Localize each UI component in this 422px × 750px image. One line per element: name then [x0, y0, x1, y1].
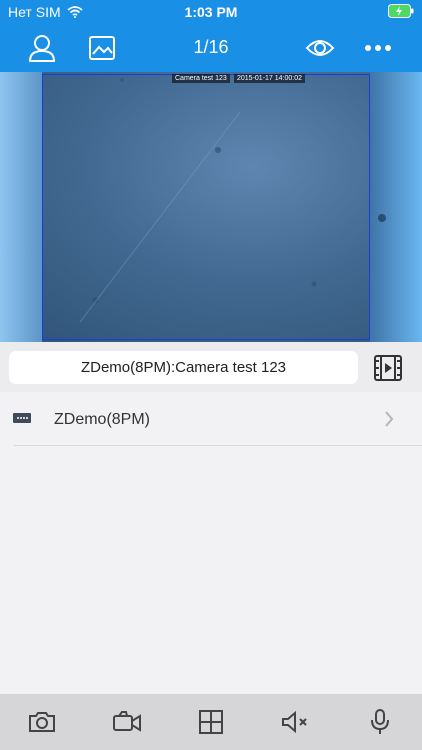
camera-label[interactable]: ZDemo(8PM):Camera test 123: [9, 351, 358, 384]
empty-area: [0, 446, 422, 694]
status-bar: Нет SIM 1:03 PM: [0, 0, 422, 24]
osd-timestamp: 2015-01-17 14:00:02: [234, 74, 305, 83]
grid-icon[interactable]: [191, 702, 231, 742]
dvr-icon: [12, 411, 32, 430]
device-label: ZDemo(8PM): [54, 411, 151, 428]
osd-camera-name: Camera test 123: [172, 74, 230, 83]
more-icon[interactable]: [362, 32, 394, 64]
clock: 1:03 PM: [184, 4, 238, 20]
video-noise: [79, 78, 386, 323]
bottom-toolbar: [0, 694, 422, 750]
camera-bar: ZDemo(8PM):Camera test 123: [0, 342, 422, 392]
device-list-item[interactable]: ZDemo(8PM): [0, 394, 422, 446]
camera-icon[interactable]: [22, 702, 62, 742]
mute-icon[interactable]: [275, 702, 315, 742]
video-record-icon[interactable]: [107, 702, 147, 742]
page-title: 1/16: [193, 37, 229, 57]
playback-film-icon[interactable]: [370, 351, 406, 384]
chevron-right-icon: [384, 410, 394, 433]
battery-icon: [388, 4, 414, 21]
video-feed[interactable]: Camera test 123 2015-01-17 14:00:02: [0, 72, 422, 342]
eye-icon[interactable]: [304, 32, 336, 64]
nav-bar: 1/16: [0, 24, 422, 72]
microphone-icon[interactable]: [360, 702, 400, 742]
